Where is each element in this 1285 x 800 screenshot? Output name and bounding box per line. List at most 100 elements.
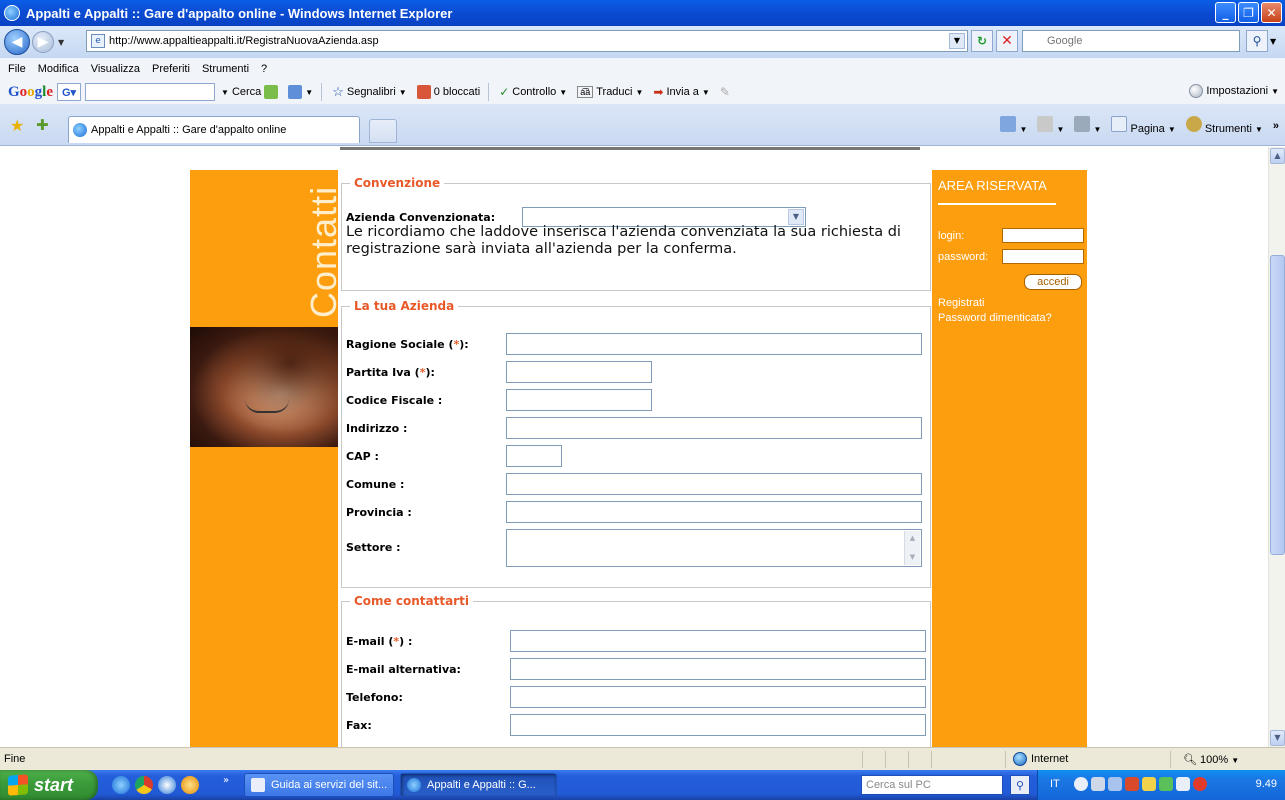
- indirizzo-input[interactable]: [506, 417, 922, 439]
- url-dropdown-icon[interactable]: ▼: [949, 33, 965, 49]
- accedi-button[interactable]: accedi: [1024, 274, 1082, 290]
- antivirus-icon[interactable]: [1142, 777, 1156, 791]
- settore-textarea[interactable]: ▲ ▼: [506, 529, 922, 567]
- ragione-sociale-input[interactable]: [506, 333, 922, 355]
- messenger-tray-icon[interactable]: [1159, 777, 1173, 791]
- pagina-menu[interactable]: Pagina ▼: [1111, 116, 1176, 135]
- start-button[interactable]: start: [0, 770, 98, 800]
- strumenti-menu[interactable]: Strumenti ▼: [1185, 116, 1263, 135]
- zoom-control[interactable]: 🔍︎ 100% ▼: [1183, 753, 1239, 766]
- scroll-down-icon[interactable]: ▼: [906, 551, 919, 564]
- highlight-button[interactable]: ✎: [720, 85, 730, 99]
- minimize-button[interactable]: _: [1215, 2, 1236, 23]
- window-titlebar: Appalti e Appalti :: Gare d'appalto onli…: [0, 0, 1285, 26]
- chrome-quicklaunch-icon[interactable]: [135, 776, 153, 794]
- scrollbar-thumb[interactable]: [1270, 255, 1285, 555]
- add-favorite-icon[interactable]: ✚: [36, 116, 49, 134]
- fax-input[interactable]: [510, 714, 926, 736]
- task-guida[interactable]: Guida ai servizi del sit...: [244, 773, 394, 797]
- security-zone[interactable]: Internet: [1013, 752, 1068, 766]
- new-tab-button[interactable]: [369, 119, 397, 143]
- scroll-up-icon[interactable]: ▲: [906, 532, 919, 545]
- update-icon[interactable]: [1176, 777, 1190, 791]
- feeds-button[interactable]: ▼: [1037, 116, 1064, 135]
- url-field[interactable]: e http://www.appaltieappalti.it/Registra…: [86, 30, 968, 52]
- favorites-star-icon[interactable]: ★: [10, 116, 24, 135]
- task-appalti[interactable]: Appalti e Appalti :: G...: [400, 773, 557, 797]
- send-to-button[interactable]: ➡ Invia a ▼: [653, 85, 709, 99]
- tray-collapse-icon[interactable]: [1074, 777, 1088, 791]
- segnalibri-button[interactable]: ☆ Segnalibri ▼: [332, 84, 407, 100]
- scroll-up-arrow-icon[interactable]: ▲: [1270, 148, 1285, 164]
- popup-blocker-button[interactable]: 0 bloccati: [416, 85, 480, 99]
- home-button[interactable]: ▼: [1000, 116, 1027, 135]
- settore-scrollbar[interactable]: ▲ ▼: [904, 531, 920, 565]
- password-dimenticata-link[interactable]: Password dimenticata?: [938, 312, 1052, 324]
- required-asterisk: *: [453, 338, 460, 351]
- security-shield-icon[interactable]: [1125, 777, 1139, 791]
- page-scrollbar[interactable]: ▲ ▼: [1268, 147, 1285, 747]
- stop-button[interactable]: ✕: [996, 30, 1018, 52]
- telefono-input[interactable]: [510, 686, 926, 708]
- search-icon[interactable]: ⚲: [1246, 30, 1268, 52]
- tab-appalti[interactable]: Appalti e Appalti :: Gare d'appalto onli…: [68, 116, 360, 143]
- live-search-box[interactable]: [1022, 30, 1240, 52]
- menu-strumenti[interactable]: Strumenti: [202, 63, 249, 75]
- spellcheck-button[interactable]: ✓ Controllo ▼: [499, 85, 567, 99]
- partita-iva-input[interactable]: [506, 361, 652, 383]
- scroll-down-arrow-icon[interactable]: ▼: [1270, 730, 1285, 746]
- live-search-input[interactable]: [1047, 32, 1237, 50]
- convenzione-legend: Convenzione: [350, 176, 445, 190]
- print-button[interactable]: ▼: [1074, 116, 1101, 135]
- menu-preferiti[interactable]: Preferiti: [152, 63, 190, 75]
- password-input[interactable]: [1002, 249, 1084, 264]
- messenger-quicklaunch-icon[interactable]: [181, 776, 199, 794]
- email-input[interactable]: [510, 630, 926, 652]
- search-options-icon[interactable]: ▼: [1270, 30, 1282, 52]
- email-alternativa-input[interactable]: [510, 658, 926, 680]
- comune-input[interactable]: [506, 473, 922, 495]
- maximize-button[interactable]: ❐: [1238, 2, 1259, 23]
- provincia-input[interactable]: [506, 501, 922, 523]
- registrati-link[interactable]: Registrati: [938, 297, 984, 309]
- quicklaunch-overflow-icon[interactable]: »: [223, 775, 229, 786]
- codice-fiscale-input[interactable]: [506, 389, 652, 411]
- menu-visualizza[interactable]: Visualizza: [91, 63, 140, 75]
- feeds-dropdown-icon: ▼: [1056, 125, 1065, 134]
- network-icon[interactable]: [1108, 777, 1122, 791]
- impostazioni-button[interactable]: Impostazioni ▼: [1189, 84, 1279, 98]
- google-menu-button[interactable]: G▾: [57, 83, 82, 101]
- tray-icons: [1074, 777, 1207, 791]
- home-icon: [1000, 116, 1017, 132]
- menu-modifica[interactable]: Modifica: [38, 63, 79, 75]
- close-button[interactable]: ✕: [1261, 2, 1282, 23]
- volume-icon[interactable]: [1091, 777, 1105, 791]
- taskbar: start » Guida ai servizi del sit... Appa…: [0, 770, 1285, 800]
- forward-button[interactable]: ▶: [32, 31, 54, 53]
- settore-label: Settore :: [346, 541, 401, 554]
- system-tray: IT 9.49: [1037, 770, 1285, 800]
- alert-icon[interactable]: [1193, 777, 1207, 791]
- recent-pages-dropdown-icon[interactable]: ▼: [58, 38, 64, 47]
- cap-input[interactable]: [506, 445, 562, 467]
- back-button[interactable]: ◀: [4, 29, 30, 55]
- desktop-search-icon[interactable]: ⚲: [1010, 775, 1030, 795]
- google-extras-button[interactable]: ▼: [288, 85, 313, 99]
- menu-file[interactable]: File: [8, 63, 26, 75]
- traduci-label: Traduci: [596, 86, 633, 98]
- impostazioni-dropdown-icon: ▼: [1271, 86, 1279, 96]
- translate-button[interactable]: a͡ä Traduci ▼: [577, 86, 643, 98]
- ragione-sociale-label: Ragione Sociale (*):: [346, 338, 469, 351]
- print-dropdown-icon: ▼: [1093, 125, 1102, 134]
- login-input[interactable]: [1002, 228, 1084, 243]
- menu-help[interactable]: ?: [261, 63, 267, 75]
- google-search-input[interactable]: [85, 83, 216, 101]
- google-cerca-button[interactable]: ▼ Cerca: [221, 85, 279, 99]
- toolbar-overflow-icon[interactable]: »: [1273, 120, 1279, 132]
- desktop-search-input[interactable]: Cerca sul PC: [861, 775, 1003, 795]
- media-quicklaunch-icon[interactable]: [158, 776, 176, 794]
- status-divider: [885, 751, 886, 768]
- language-indicator[interactable]: IT: [1050, 778, 1060, 790]
- refresh-button[interactable]: ↻: [971, 30, 993, 52]
- ie-quicklaunch-icon[interactable]: [112, 776, 130, 794]
